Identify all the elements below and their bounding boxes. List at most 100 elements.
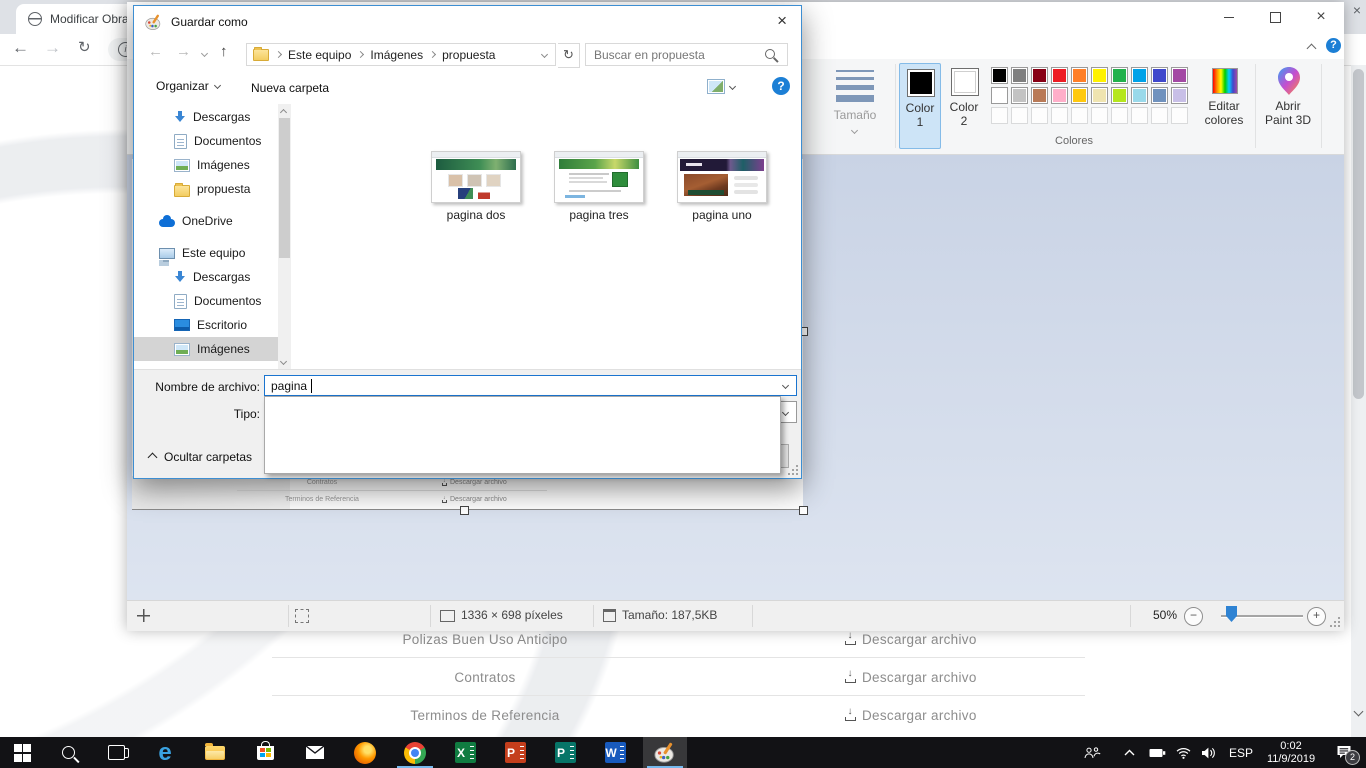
palette-empty-slot[interactable] — [1011, 107, 1028, 124]
breadcrumb-item[interactable]: propuesta — [442, 48, 495, 62]
scrollbar-thumb[interactable] — [1353, 69, 1364, 399]
palette-color[interactable] — [1071, 87, 1088, 104]
open-paint3d-button[interactable]: Abrir Paint 3D — [1259, 64, 1317, 148]
browser-back-icon[interactable]: ← — [12, 38, 29, 58]
taskbar-paint-button[interactable] — [643, 737, 687, 768]
forward-icon[interactable]: → — [176, 43, 191, 60]
sidebar-item-descargas[interactable]: Descargas — [134, 265, 291, 289]
dialog-close-icon[interactable]: × — [777, 11, 787, 31]
scroll-up-icon[interactable] — [280, 109, 287, 116]
help-icon[interactable]: ? — [1326, 38, 1341, 53]
palette-empty-slot[interactable] — [991, 107, 1008, 124]
palette-color[interactable] — [1071, 67, 1088, 84]
breadcrumb-item[interactable]: Imágenes — [370, 48, 423, 62]
sidebar-item-descargas-pinned[interactable]: Descargas — [134, 105, 291, 129]
tray-expand-icon[interactable] — [1117, 737, 1141, 768]
up-icon[interactable]: ↑ — [220, 43, 228, 60]
filename-input[interactable]: pagina — [264, 375, 797, 396]
palette-color[interactable] — [1051, 67, 1068, 84]
search-box[interactable]: Buscar en propuesta — [585, 43, 788, 66]
taskbar-search-button[interactable] — [46, 737, 90, 768]
dialog-resize-grip[interactable] — [786, 463, 798, 475]
sidebar-scrollbar[interactable] — [278, 104, 291, 369]
sidebar-item-imagenes-selected[interactable]: Imágenes — [134, 337, 291, 361]
back-icon[interactable]: ← — [148, 43, 163, 60]
palette-color[interactable] — [991, 67, 1008, 84]
palette-empty-slot[interactable] — [1111, 107, 1128, 124]
close-button[interactable]: × — [1298, 2, 1344, 32]
dialog-help-icon[interactable]: ? — [772, 77, 790, 95]
sidebar-item-imagenes-pinned[interactable]: Imágenes — [134, 153, 291, 177]
palette-color[interactable] — [1151, 67, 1168, 84]
palette-color[interactable] — [1031, 87, 1048, 104]
browser-forward-icon[interactable]: → — [44, 38, 61, 58]
palette-color[interactable] — [1091, 67, 1108, 84]
browser-reload-icon[interactable]: ↻ — [78, 38, 91, 56]
filename-autocomplete-panel[interactable] — [264, 396, 781, 474]
taskbar-explorer-button[interactable] — [193, 737, 237, 768]
browser-close-icon[interactable]: × — [1353, 2, 1361, 18]
hide-folders-button[interactable]: Ocultar carpetas — [149, 450, 252, 464]
browser-scrollbar[interactable] — [1351, 65, 1366, 737]
download-link[interactable]: Descargar archivo — [845, 670, 977, 685]
scrollbar-down-arrow[interactable] — [1354, 707, 1364, 717]
palette-empty-slot[interactable] — [1091, 107, 1108, 124]
palette-empty-slot[interactable] — [1031, 107, 1048, 124]
zoom-in-button[interactable]: + — [1307, 607, 1326, 626]
taskbar-publisher-button[interactable]: P — [543, 737, 587, 768]
zoom-slider-thumb[interactable] — [1226, 606, 1237, 622]
action-center-button[interactable]: 2 — [1326, 737, 1362, 768]
minimize-button[interactable] — [1206, 2, 1252, 32]
ribbon-collapse-icon[interactable] — [1307, 44, 1317, 54]
taskbar-powerpoint-button[interactable]: P — [493, 737, 537, 768]
palette-color[interactable] — [1051, 87, 1068, 104]
recent-locations-icon[interactable] — [201, 50, 208, 57]
download-link[interactable]: Descargar archivo — [845, 632, 977, 647]
breadcrumb-item[interactable]: Este equipo — [288, 48, 351, 62]
people-icon[interactable] — [1080, 737, 1104, 768]
window-resize-grip[interactable] — [1328, 615, 1340, 627]
sidebar-item-documentos-pinned[interactable]: Documentos — [134, 129, 291, 153]
sidebar-item-documentos[interactable]: Documentos — [134, 289, 291, 313]
palette-empty-slot[interactable] — [1131, 107, 1148, 124]
sidebar-item-este-equipo[interactable]: Este equipo — [134, 241, 291, 265]
palette-color[interactable] — [1171, 67, 1188, 84]
dialog-title-bar[interactable]: Guardar como × — [134, 6, 801, 38]
wifi-icon[interactable] — [1171, 737, 1195, 768]
breadcrumb-dropdown-icon[interactable] — [541, 51, 548, 58]
zoom-out-button[interactable]: − — [1184, 607, 1203, 626]
start-button[interactable] — [0, 737, 44, 768]
taskbar-store-button[interactable] — [243, 737, 287, 768]
task-view-button[interactable] — [94, 737, 138, 768]
file-item[interactable]: pagina uno — [677, 151, 767, 222]
taskbar-chrome-button[interactable] — [393, 737, 437, 768]
language-indicator[interactable]: ESP — [1224, 737, 1258, 768]
palette-empty-slot[interactable] — [1151, 107, 1168, 124]
palette-color[interactable] — [1151, 87, 1168, 104]
taskbar-excel-button[interactable]: X — [443, 737, 487, 768]
resize-handle[interactable] — [460, 506, 469, 515]
palette-color[interactable] — [1031, 67, 1048, 84]
palette-color[interactable] — [1111, 67, 1128, 84]
resize-handle[interactable] — [799, 506, 808, 515]
refresh-button[interactable]: ↻ — [558, 43, 580, 68]
sidebar-item-escritorio[interactable]: Escritorio — [134, 313, 291, 337]
palette-color[interactable] — [1011, 67, 1028, 84]
scroll-down-icon[interactable] — [280, 358, 287, 365]
new-folder-button[interactable]: Nueva carpeta — [251, 79, 329, 97]
battery-icon[interactable] — [1145, 737, 1169, 768]
taskbar-mail-button[interactable] — [293, 737, 337, 768]
palette-color[interactable] — [1011, 87, 1028, 104]
view-mode-button[interactable] — [707, 79, 735, 94]
palette-color[interactable] — [1091, 87, 1108, 104]
palette-color[interactable] — [1171, 87, 1188, 104]
palette-color[interactable] — [1131, 87, 1148, 104]
palette-color[interactable] — [1111, 87, 1128, 104]
sidebar-item-onedrive[interactable]: OneDrive — [134, 209, 291, 233]
filename-dropdown-icon[interactable] — [782, 382, 789, 389]
breadcrumb[interactable]: Este equipo Imágenes propuesta — [246, 43, 556, 66]
organize-button[interactable]: Organizar — [156, 79, 220, 93]
sidebar-item-propuesta[interactable]: propuesta — [134, 177, 291, 201]
maximize-button[interactable] — [1252, 2, 1298, 32]
download-link[interactable]: Descargar archivo — [845, 708, 977, 723]
